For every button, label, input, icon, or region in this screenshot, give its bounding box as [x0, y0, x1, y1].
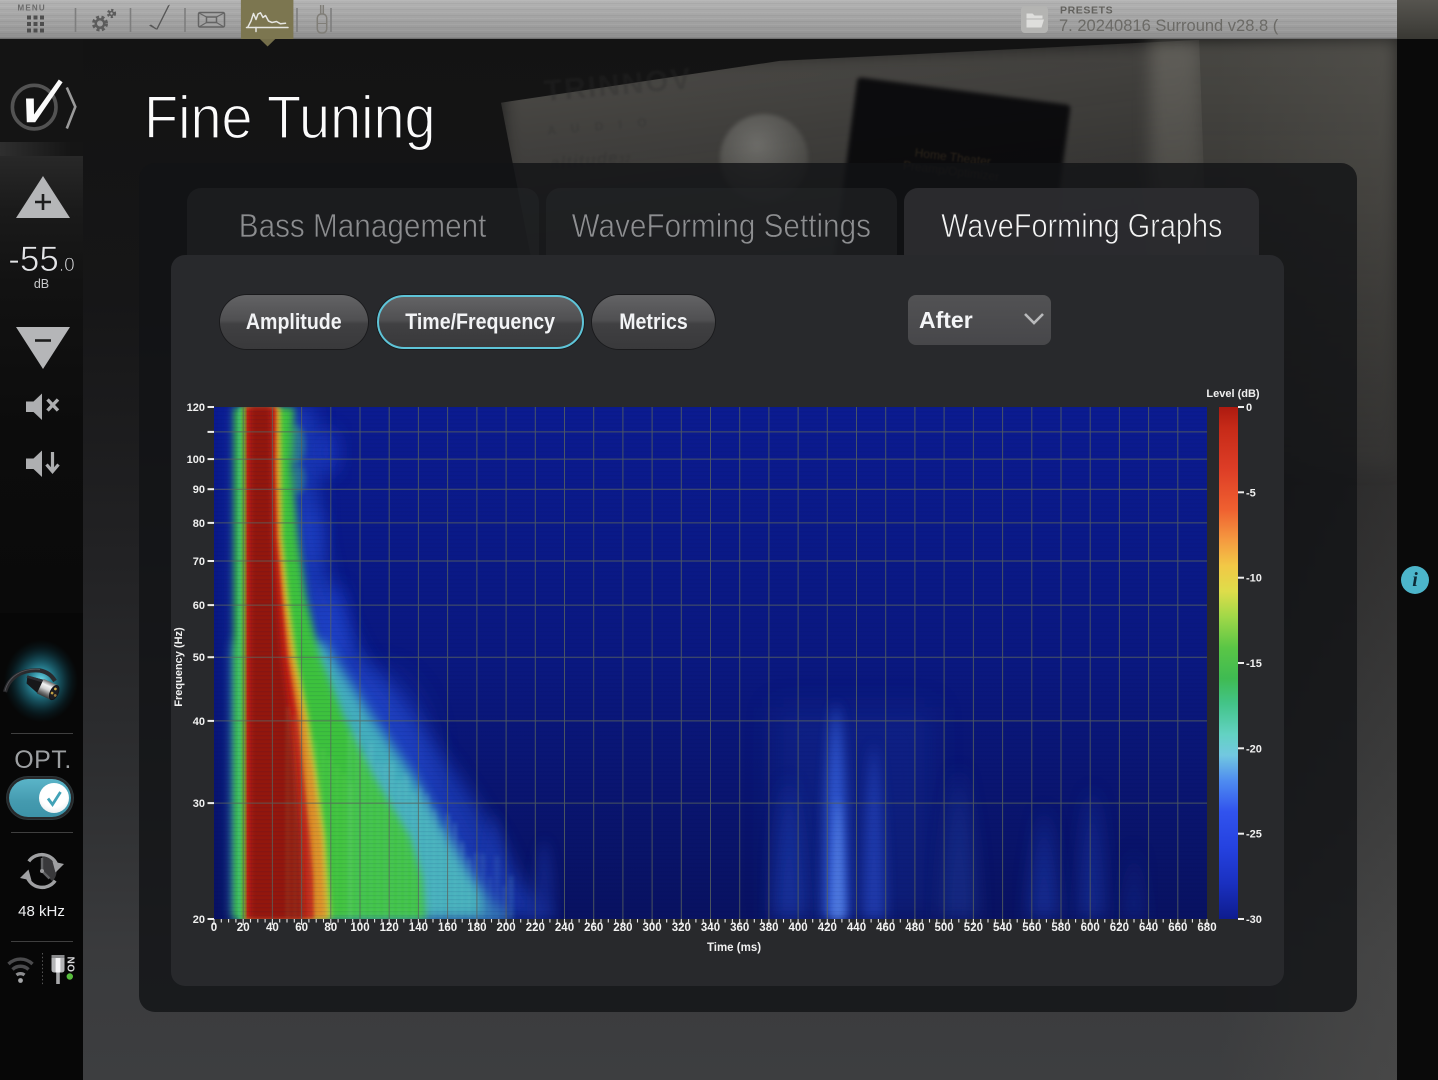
svg-text:60: 60 [193, 600, 205, 612]
svg-text:0: 0 [1246, 402, 1252, 414]
svg-text:-30: -30 [1246, 914, 1262, 926]
svg-text:560: 560 [1022, 922, 1041, 934]
svg-text:620: 620 [1110, 922, 1129, 934]
svg-text:40: 40 [193, 716, 205, 728]
svg-text:660: 660 [1168, 922, 1187, 934]
svg-text:160: 160 [438, 922, 457, 934]
svg-text:Frequency (Hz): Frequency (Hz) [173, 627, 185, 707]
svg-text:120: 120 [380, 922, 399, 934]
svg-text:20: 20 [237, 922, 250, 934]
svg-text:680: 680 [1197, 922, 1216, 934]
svg-text:420: 420 [818, 922, 837, 934]
svg-text:540: 540 [993, 922, 1012, 934]
svg-text:80: 80 [324, 922, 337, 934]
svg-text:80: 80 [193, 518, 205, 530]
svg-text:240: 240 [555, 922, 574, 934]
svg-text:Level (dB): Level (dB) [1206, 388, 1260, 400]
svg-text:0: 0 [211, 922, 217, 934]
svg-text:480: 480 [905, 922, 924, 934]
svg-text:ON: ON [67, 956, 78, 972]
svg-text:400: 400 [789, 922, 808, 934]
svg-text:100: 100 [350, 922, 369, 934]
svg-text:120: 120 [187, 402, 205, 414]
svg-text:90: 90 [193, 484, 205, 496]
svg-text:7. 20240816 Surround v28.8 (: 7. 20240816 Surround v28.8 ( [1059, 17, 1279, 35]
svg-text:60: 60 [295, 922, 308, 934]
svg-text:600: 600 [1081, 922, 1100, 934]
svg-text:580: 580 [1051, 922, 1070, 934]
svg-text:-5: -5 [1246, 487, 1256, 499]
svg-text:-10: -10 [1246, 573, 1262, 585]
svg-text:340: 340 [701, 922, 720, 934]
svg-text:360: 360 [730, 922, 749, 934]
svg-text:460: 460 [876, 922, 895, 934]
svg-text:70: 70 [193, 556, 205, 568]
svg-text:-20: -20 [1246, 743, 1262, 755]
svg-text:300: 300 [643, 922, 662, 934]
svg-text:200: 200 [497, 922, 516, 934]
svg-text:30: 30 [193, 798, 205, 810]
svg-text:40: 40 [266, 922, 279, 934]
svg-text:320: 320 [672, 922, 691, 934]
svg-text:140: 140 [409, 922, 428, 934]
svg-text:PRESETS: PRESETS [1060, 5, 1113, 17]
svg-text:280: 280 [613, 922, 632, 934]
svg-text:Time (ms): Time (ms) [707, 942, 761, 954]
svg-text:-25: -25 [1246, 829, 1262, 841]
svg-text:-15: -15 [1246, 658, 1262, 670]
svg-text:520: 520 [964, 922, 983, 934]
svg-text:380: 380 [759, 922, 778, 934]
svg-text:20: 20 [193, 914, 205, 926]
svg-text:180: 180 [467, 922, 486, 934]
svg-text:220: 220 [526, 922, 545, 934]
svg-text:50: 50 [193, 652, 205, 664]
svg-text:MENU: MENU [18, 4, 46, 13]
svg-text:640: 640 [1139, 922, 1158, 934]
svg-text:440: 440 [847, 922, 866, 934]
svg-text:500: 500 [935, 922, 954, 934]
svg-text:100: 100 [187, 454, 205, 466]
svg-text:260: 260 [584, 922, 603, 934]
